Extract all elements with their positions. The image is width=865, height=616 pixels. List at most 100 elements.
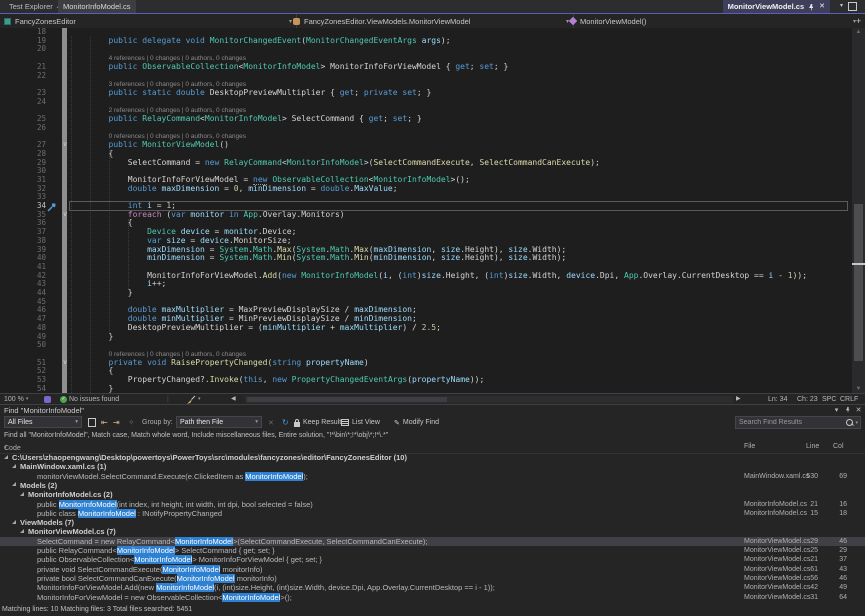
keep-results-button[interactable]: Keep Results xyxy=(294,417,345,428)
column-line[interactable]: Line xyxy=(806,443,819,450)
code-editor[interactable]: 1819202122232425262728293031323334353637… xyxy=(0,28,865,393)
breadcrumb-member-dropdown[interactable]: MonitorViewModel() ▾ xyxy=(566,14,860,28)
find-line-cell: 21 xyxy=(792,555,818,564)
expand-arrow-icon[interactable] xyxy=(12,520,16,524)
tab-monitorinfomodel[interactable]: MonitorInfoModel.cs xyxy=(58,0,136,13)
code-line[interactable]: public ObservableCollection<MonitorInfoM… xyxy=(70,63,508,72)
find-result-row[interactable]: public RelayCommand<MonitorInfoModel> Se… xyxy=(0,546,865,555)
broom-icon xyxy=(186,395,196,404)
line-number[interactable]: 50 xyxy=(6,341,46,350)
find-match-text: monitorViewModel.SelectCommand.Execute(e… xyxy=(37,472,308,481)
line-number[interactable]: 26 xyxy=(6,124,46,133)
code-line[interactable]: MonitorInfoForViewModel.Add(new MonitorI… xyxy=(70,272,807,281)
close-icon[interactable]: ✕ xyxy=(819,0,825,13)
lock-icon xyxy=(294,422,300,427)
breadcrumb-project-dropdown[interactable]: FancyZonesEditor ▾ xyxy=(0,14,297,28)
tab-overflow-chevron-icon[interactable]: ▾ xyxy=(840,2,843,9)
breadcrumb-type-dropdown[interactable]: FancyZonesEditor.ViewModels.MonitorViewM… xyxy=(289,14,574,28)
previous-location-button[interactable]: ⇤ xyxy=(101,417,108,428)
code-line[interactable]: } xyxy=(70,289,133,298)
expand-arrow-icon[interactable] xyxy=(12,464,16,468)
search-find-results-box[interactable]: ▾ xyxy=(735,416,861,429)
expand-arrow-icon[interactable] xyxy=(12,482,16,486)
code-line[interactable]: double maxDimension = 0, minDimension = … xyxy=(70,185,398,194)
search-icon xyxy=(846,419,853,426)
code-line[interactable]: private void RaisePropertyChanged(string… xyxy=(70,359,369,368)
editor-horizontal-scrollbar[interactable] xyxy=(245,396,733,403)
editor-vertical-scrollbar[interactable]: ▲ ▼ xyxy=(852,28,865,393)
scroll-up-icon[interactable]: ▲ xyxy=(852,28,865,36)
find-result-row[interactable]: C:\Users\zhaopengwang\Desktop\powertoys\… xyxy=(0,453,865,462)
modify-find-label: Modify Find xyxy=(403,419,439,426)
next-location-button[interactable]: ⇥ xyxy=(113,417,120,428)
find-result-row[interactable]: ViewModels (7) xyxy=(0,518,865,527)
window-position-chevron-icon[interactable]: ▾ xyxy=(832,406,841,414)
find-group-label: MainWindow.xaml.cs (1) xyxy=(20,462,106,471)
find-col-cell: 37 xyxy=(822,555,847,564)
find-result-row[interactable]: MonitorViewModel.cs (7) xyxy=(0,527,865,536)
keep-results-label: Keep Results xyxy=(303,419,345,426)
quick-actions-screwdriver-icon[interactable] xyxy=(47,203,57,212)
line-number[interactable]: 20 xyxy=(6,45,46,54)
pin-icon[interactable] xyxy=(808,3,815,11)
find-result-row[interactable]: public class MonitorInfoModel : INotifyP… xyxy=(0,509,865,518)
scope-value: All Files xyxy=(8,419,33,426)
code-line[interactable]: public delegate void MonitorChangedEvent… xyxy=(70,37,451,46)
column-col[interactable]: Col xyxy=(833,443,844,450)
expand-arrow-icon[interactable] xyxy=(20,529,24,533)
scroll-down-icon[interactable]: ▼ xyxy=(852,385,865,393)
code-line[interactable]: PropertyChanged?.Invoke(this, new Proper… xyxy=(70,376,484,385)
group-by-dropdown[interactable]: Path then File ▾ xyxy=(176,416,262,428)
code-line[interactable]: } xyxy=(70,333,113,342)
pin-icon[interactable] xyxy=(843,406,852,415)
code-text-layer[interactable]: public delegate void MonitorChangedEvent… xyxy=(70,28,852,393)
find-result-row[interactable]: monitorViewModel.SelectCommand.Execute(e… xyxy=(0,472,865,481)
search-input[interactable] xyxy=(736,419,846,426)
scrollbar-thumb[interactable] xyxy=(247,397,447,402)
code-line[interactable]: SelectCommand = new RelayCommand<Monitor… xyxy=(70,159,600,168)
code-line[interactable]: public static double DesktopPreviewMulti… xyxy=(70,89,431,98)
scrollbar-thumb[interactable] xyxy=(854,204,863,361)
line-number[interactable]: 22 xyxy=(6,72,46,81)
clear-filter-icon[interactable]: ✧ xyxy=(128,417,135,428)
scope-dropdown[interactable]: All Files ▾ xyxy=(4,416,82,428)
line-number[interactable]: 24 xyxy=(6,98,46,107)
find-group-label: C:\Users\zhaopengwang\Desktop\powertoys\… xyxy=(12,453,407,462)
find-col-cell: 49 xyxy=(822,583,847,592)
find-match-text: MonitorInfoForViewModel.Add(new MonitorI… xyxy=(37,583,495,592)
find-results-list[interactable]: C:\Users\zhaopengwang\Desktop\powertoys\… xyxy=(0,453,865,603)
chevron-down-icon[interactable]: ▾ xyxy=(855,420,858,426)
find-result-row[interactable]: private bool SelectCommandCanExecute(Mon… xyxy=(0,574,865,583)
float-window-icon[interactable] xyxy=(848,2,857,11)
find-result-row[interactable]: MonitorInfoForViewModel.Add(new MonitorI… xyxy=(0,583,865,592)
copy-results-button[interactable] xyxy=(88,417,96,428)
line-number-gutter[interactable]: 1819202122232425262728293031323334353637… xyxy=(0,28,48,393)
line-number[interactable]: 54 xyxy=(6,385,46,393)
find-result-row[interactable]: public MonitorInfoModel(int index, int h… xyxy=(0,500,865,509)
find-line-cell: 21 xyxy=(792,500,818,509)
split-editor-icon[interactable]: + xyxy=(856,16,861,26)
code-line[interactable]: minDimension = System.Math.Min(System.Ma… xyxy=(70,254,566,263)
list-view-button[interactable]: List View xyxy=(341,417,380,428)
code-line[interactable]: } xyxy=(70,385,113,393)
find-match-text: public RelayCommand<MonitorInfoModel> Se… xyxy=(37,546,275,555)
code-line[interactable]: public RelayCommand<MonitorInfoModel> Se… xyxy=(70,115,422,124)
find-result-row[interactable]: MonitorInfoForViewModel = new Observable… xyxy=(0,593,865,602)
tab-label: Test Explorer xyxy=(9,0,53,13)
find-col-cell: 43 xyxy=(822,565,847,574)
expand-arrow-icon[interactable] xyxy=(4,455,8,459)
find-result-row[interactable]: public ObservableCollection<MonitorInfoM… xyxy=(0,555,865,564)
tab-monitorviewmodel-active[interactable]: MonitorViewModel.cs ✕ xyxy=(723,0,830,13)
modify-find-button[interactable]: ✎ Modify Find xyxy=(394,417,439,428)
refresh-search-button[interactable]: ↻ xyxy=(282,417,289,428)
find-result-row[interactable]: Models (2) xyxy=(0,481,865,490)
find-result-row[interactable]: SelectCommand = new RelayCommand<Monitor… xyxy=(0,537,865,546)
caret-position-mark xyxy=(852,263,865,265)
code-line[interactable]: DesktopPreviewMultiplier = (minMultiplie… xyxy=(70,324,441,333)
close-icon[interactable]: ✕ xyxy=(854,406,863,414)
find-result-row[interactable]: MainWindow.xaml.cs (1) xyxy=(0,462,865,471)
find-result-row[interactable]: MonitorInfoModel.cs (2) xyxy=(0,490,865,499)
column-file[interactable]: File xyxy=(744,443,755,450)
find-result-row[interactable]: private void SelectCommandExecute(Monito… xyxy=(0,565,865,574)
expand-arrow-icon[interactable] xyxy=(20,492,24,496)
